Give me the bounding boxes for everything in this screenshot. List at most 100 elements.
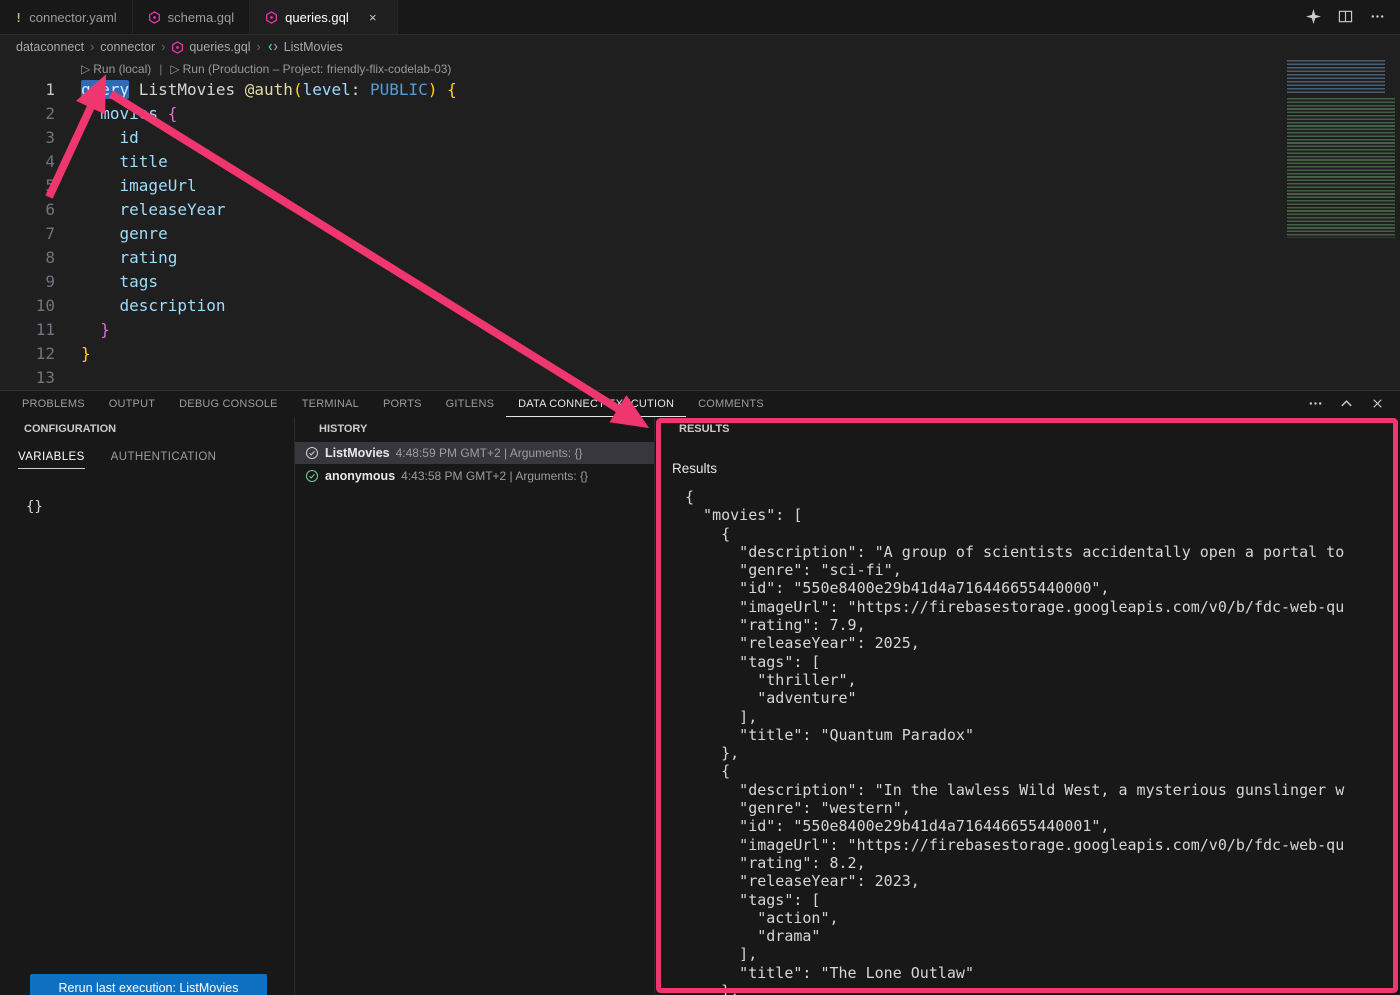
panel-tab-output[interactable]: OUTPUT <box>97 391 167 417</box>
codelens-divider: | <box>159 62 162 76</box>
editor[interactable]: ▷ Run (local) | ▷ Run (Production – Proj… <box>0 58 1400 390</box>
code-area: 12345678910111213 query ListMovies @auth… <box>0 78 1400 390</box>
code-line: tags <box>81 270 457 294</box>
code-line: description <box>81 294 457 318</box>
bottom-panel: PROBLEMSOUTPUTDEBUG CONSOLETERMINALPORTS… <box>0 390 1400 995</box>
chevron-down-icon <box>663 424 674 435</box>
graphql-icon <box>265 11 278 24</box>
copilot-icon[interactable] <box>1306 9 1322 25</box>
history-row-listmovies[interactable]: ListMovies4:48:59 PM GMT+2 | Arguments: … <box>295 442 654 464</box>
history-entry-name: anonymous <box>325 469 395 483</box>
minimap[interactable] <box>1284 58 1400 293</box>
panel-tab-ports[interactable]: PORTS <box>371 391 434 417</box>
configuration-header[interactable]: CONFIGURATION <box>0 417 294 441</box>
tab-bar-tabs: ! connector.yaml schema.gql queries.gql × <box>0 0 398 34</box>
codelens: ▷ Run (local) | ▷ Run (Production – Proj… <box>81 60 1400 78</box>
code-line: rating <box>81 246 457 270</box>
breadcrumb-item-connector[interactable]: connector <box>100 40 155 54</box>
history-entry-meta: 4:43:58 PM GMT+2 | Arguments: {} <box>401 469 588 483</box>
editor-code[interactable]: query ListMovies @auth(level: PUBLIC) { … <box>81 78 457 390</box>
panel-tab-terminal[interactable]: TERMINAL <box>290 391 371 417</box>
chevron-down-icon <box>8 424 19 435</box>
close-tab-icon[interactable]: × <box>364 8 382 26</box>
panel-actions <box>1308 396 1400 412</box>
tab-schema-gql[interactable]: schema.gql <box>133 0 250 34</box>
tab-connector-yaml[interactable]: ! connector.yaml <box>0 0 133 34</box>
history-row-anonymous[interactable]: anonymous 4:43:58 PM GMT+2 | Arguments: {… <box>295 465 654 487</box>
play-icon: ▷ <box>81 62 90 76</box>
panel-tab-gitlens[interactable]: GITLENS <box>434 391 506 417</box>
code-line: } <box>81 318 457 342</box>
graphql-icon <box>171 41 184 54</box>
history-entry-meta: 4:48:59 PM GMT+2 | Arguments: {} <box>396 446 583 460</box>
breadcrumb-item-listmovies[interactable]: ListMovies <box>267 40 343 54</box>
code-line <box>81 366 457 390</box>
line-number: 10 <box>0 294 55 318</box>
line-number: 12 <box>0 342 55 366</box>
minimap-code-block <box>1287 60 1385 93</box>
close-icon[interactable] <box>1370 396 1386 412</box>
panel-tab-comments[interactable]: COMMENTS <box>686 391 776 417</box>
config-tab-variables[interactable]: VARIABLES <box>18 451 85 469</box>
breadcrumb-separator: › <box>161 40 165 54</box>
split-editor-icon[interactable] <box>1338 9 1354 25</box>
tab-label: connector.yaml <box>29 10 116 25</box>
configuration-title: CONFIGURATION <box>24 423 116 435</box>
check-circle-icon <box>305 469 319 483</box>
code-line: genre <box>81 222 457 246</box>
config-tab-authentication[interactable]: AUTHENTICATION <box>111 451 217 469</box>
breadcrumb-separator: › <box>257 40 261 54</box>
configuration-tabs: VARIABLES AUTHENTICATION <box>18 451 294 469</box>
history-title: HISTORY <box>319 423 367 435</box>
chevron-down-icon <box>303 424 314 435</box>
code-line: query ListMovies @auth(level: PUBLIC) { <box>81 78 457 102</box>
run-local-label: Run (local) <box>93 62 151 76</box>
code-line: releaseYear <box>81 198 457 222</box>
history-section: HISTORY ListMovies4:48:59 PM GMT+2 | Arg… <box>295 417 655 995</box>
results-title: RESULTS <box>679 423 730 435</box>
panel-tab-data-connect-execution[interactable]: DATA CONNECT EXECUTION <box>506 391 686 417</box>
code-line: } <box>81 342 457 366</box>
editor-gutter: 12345678910111213 <box>0 78 55 390</box>
line-number: 1 <box>0 78 55 102</box>
run-production-label: Run (Production – Project: friendly-flix… <box>183 62 452 76</box>
line-number: 3 <box>0 126 55 150</box>
code-line: imageUrl <box>81 174 457 198</box>
chevron-up-icon[interactable] <box>1339 396 1355 412</box>
play-icon: ▷ <box>170 62 179 76</box>
breadcrumb-separator: › <box>90 40 94 54</box>
panel-tab-problems[interactable]: PROBLEMS <box>10 391 97 417</box>
rerun-button[interactable]: Rerun last execution: ListMovies <box>30 974 267 995</box>
line-number: 8 <box>0 246 55 270</box>
panel-body: CONFIGURATION VARIABLESAUTHENTICATION {}… <box>0 417 1400 995</box>
yaml-icon: ! <box>15 10 22 25</box>
graphql-icon <box>148 11 161 24</box>
results-section: RESULTS Results { "movies": [ { "descrip… <box>655 417 1400 995</box>
more-actions-icon[interactable] <box>1370 9 1386 25</box>
history-header[interactable]: HISTORY <box>295 417 654 441</box>
results-header[interactable]: RESULTS <box>655 417 1400 441</box>
editor-actions <box>1306 0 1400 34</box>
line-number: 11 <box>0 318 55 342</box>
results-json[interactable]: { "movies": [ { "description": "A group … <box>685 488 1400 995</box>
line-number: 5 <box>0 174 55 198</box>
run-local-link[interactable]: ▷ Run (local) <box>81 62 151 76</box>
tab-label: queries.gql <box>285 10 349 25</box>
line-number: 13 <box>0 366 55 390</box>
breadcrumb-item-queries-gql[interactable]: queries.gql <box>171 40 250 54</box>
line-number: 9 <box>0 270 55 294</box>
more-actions-icon[interactable] <box>1308 396 1324 412</box>
tab-queries-gql[interactable]: queries.gql × <box>250 0 398 34</box>
breadcrumb-item-dataconnect[interactable]: dataconnect <box>16 40 84 54</box>
tab-bar: ! connector.yaml schema.gql queries.gql × <box>0 0 1400 35</box>
minimap-comment-block <box>1287 98 1395 238</box>
configuration-section: CONFIGURATION VARIABLESAUTHENTICATION {}… <box>0 417 295 995</box>
tab-label: schema.gql <box>168 10 234 25</box>
code-line: movies { <box>81 102 457 126</box>
panel-tab-bar: PROBLEMSOUTPUTDEBUG CONSOLETERMINALPORTS… <box>0 391 1400 417</box>
run-production-link[interactable]: ▷ Run (Production – Project: friendly-fl… <box>170 62 451 76</box>
line-number: 7 <box>0 222 55 246</box>
operation-icon <box>267 41 279 53</box>
panel-tab-debug-console[interactable]: DEBUG CONSOLE <box>167 391 290 417</box>
history-list: ListMovies4:48:59 PM GMT+2 | Arguments: … <box>295 442 654 487</box>
